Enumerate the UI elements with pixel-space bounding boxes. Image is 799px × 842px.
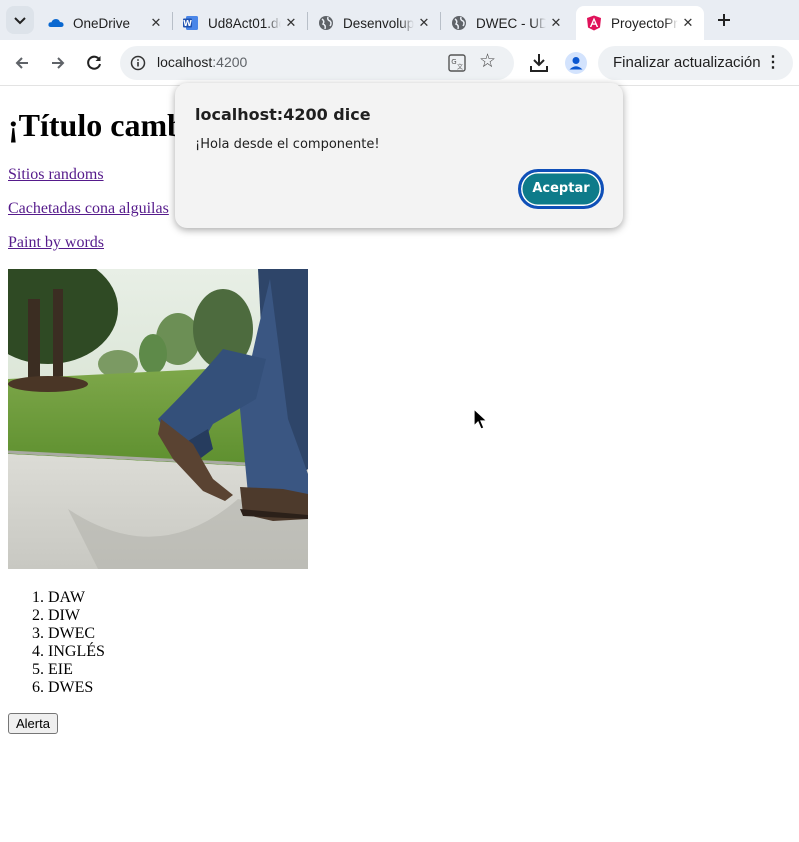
svg-text:G: G (451, 58, 456, 66)
download-icon (530, 54, 548, 72)
tab-title: Ud8Act01.docx (208, 15, 281, 31)
more-menu-icon[interactable]: ⋮ (765, 52, 781, 72)
tab-word-document[interactable]: W Ud8Act01.docx ✕ (173, 6, 307, 40)
tab-desenvolupament[interactable]: Desenvolupament ✕ (308, 6, 440, 40)
url-host: localhost (157, 54, 213, 70)
chevron-down-icon (14, 17, 26, 25)
close-icon[interactable]: ✕ (146, 16, 166, 31)
profile-button[interactable] (565, 52, 587, 74)
reload-icon (87, 55, 101, 70)
forward-button[interactable] (46, 51, 70, 75)
close-icon[interactable]: ✕ (281, 16, 301, 31)
walking-person-image (8, 269, 308, 569)
translate-icon[interactable]: G文 (448, 54, 466, 72)
tab-title: ProyectoPrueba (611, 15, 678, 31)
dialog-ok-button[interactable]: Aceptar (518, 169, 604, 209)
list-item: INGLÉS (48, 643, 105, 661)
list-item: EIE (48, 661, 105, 679)
link-sitios-randoms[interactable]: Sitios randoms (8, 166, 104, 184)
arrow-right-icon (52, 57, 65, 69)
list-item: DWES (48, 679, 105, 697)
tab-onedrive[interactable]: OneDrive ✕ (38, 6, 172, 40)
link-cachetadas[interactable]: Cachetadas cona alguilas (8, 200, 169, 218)
angular-icon (586, 15, 602, 31)
tab-search-button[interactable] (6, 6, 34, 34)
dialog-message: ¡Hola desde el componente! (195, 137, 380, 152)
svg-text:W: W (183, 19, 192, 28)
alert-dialog: localhost:4200 dice ¡Hola desde el compo… (175, 83, 623, 228)
plus-icon (718, 14, 730, 26)
subjects-list: DAW DIW DWEC INGLÉS EIE DWES (8, 589, 105, 697)
arrow-left-icon (15, 57, 28, 69)
globe-icon (451, 15, 467, 31)
downloads-button[interactable] (528, 51, 550, 75)
dialog-title: localhost:4200 dice (195, 105, 371, 124)
url-port: :4200 (212, 54, 248, 70)
list-item: DAW (48, 589, 105, 607)
onedrive-icon (48, 15, 64, 31)
tab-title: OneDrive (73, 15, 131, 31)
address-bar[interactable]: localhost:4200 G文 ☆ (120, 46, 514, 80)
back-button[interactable] (10, 51, 34, 75)
tab-dwec[interactable]: DWEC - UD8 ✕ (441, 6, 572, 40)
url-text: localhost:4200 (157, 54, 247, 70)
word-icon: W (183, 15, 199, 31)
close-icon[interactable]: ✕ (546, 16, 566, 31)
list-item: DWEC (48, 625, 105, 643)
link-paint-by-words[interactable]: Paint by words (8, 234, 104, 252)
list-item: DIW (48, 607, 105, 625)
update-button-label: Finalizar actualización (613, 54, 761, 71)
page-title: ¡Título camb (8, 107, 185, 143)
finish-update-button[interactable]: Finalizar actualización ⋮ (598, 46, 793, 80)
tab-strip: OneDrive ✕ W Ud8Act01.docx ✕ Desenvolupa… (0, 0, 799, 40)
tab-proyecto-active[interactable]: ProyectoPrueba ✕ (576, 6, 704, 40)
globe-icon (318, 15, 334, 31)
new-tab-button[interactable] (712, 8, 736, 32)
tab-title: DWEC - UD8 (476, 15, 546, 31)
alert-button[interactable]: Alerta (8, 713, 58, 734)
reload-button[interactable] (82, 51, 106, 75)
close-icon[interactable]: ✕ (414, 16, 434, 31)
close-icon[interactable]: ✕ (678, 16, 698, 31)
svg-text:文: 文 (457, 63, 463, 71)
tab-title: Desenvolupament (343, 15, 414, 31)
info-icon[interactable] (130, 55, 146, 71)
mouse-cursor-icon (473, 408, 489, 430)
bookmark-star-icon[interactable]: ☆ (479, 50, 496, 72)
avatar-icon (569, 57, 583, 70)
